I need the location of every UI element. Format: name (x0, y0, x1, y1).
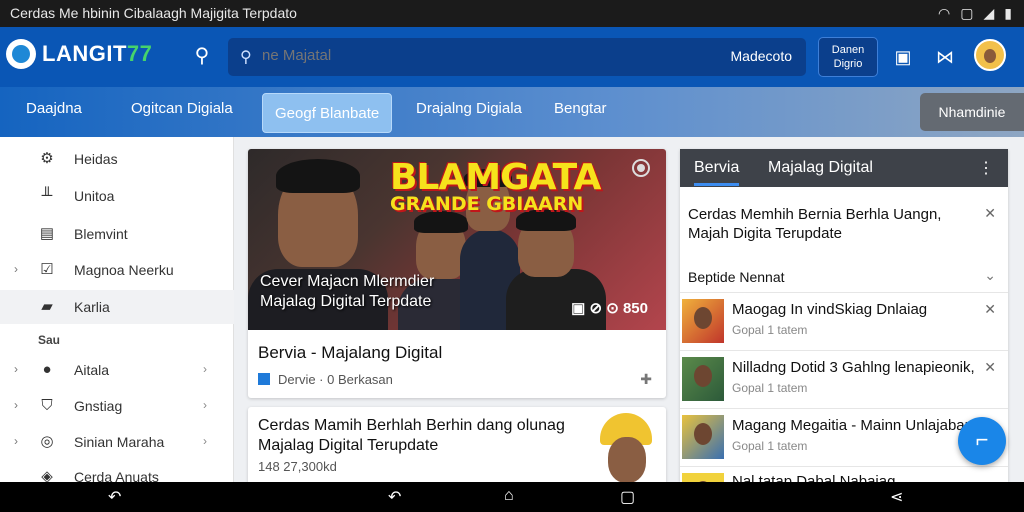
hero-banner-title: BLAMGATA (390, 157, 601, 198)
hero-caption: Cever Majacn Mlermdier Majalag Digital T… (260, 273, 435, 310)
item-thumbnail (682, 299, 724, 343)
hero-banner-subtitle: GRANDE GBIAARN (390, 193, 584, 215)
logo[interactable]: LANGIT77 (6, 39, 152, 69)
search-input[interactable] (262, 47, 682, 64)
app-bar: LANGIT77 ⚲ ⚲ Madecoto Danen Digrio ▣ ⋈ (0, 27, 1024, 87)
camera-icon: ◎ (40, 433, 54, 450)
sidebar-item-heidas[interactable]: ⚙ Heidas (0, 142, 234, 176)
box-icon[interactable]: ▣ (890, 44, 916, 70)
article-thumbnail[interactable] (594, 413, 658, 487)
side-panel-header: Bervia Majalag Digital ⋮ (680, 149, 1008, 187)
sidebar: ⚙ Heidas ╨ Unitoa ▤ Blemvint › ☑ Magnoa … (0, 137, 234, 485)
record-icon[interactable] (632, 159, 650, 177)
checkbox-icon: ☑ (40, 261, 54, 278)
undo-icon[interactable]: ↶ (388, 487, 401, 507)
tab-bervia[interactable]: Bervia (694, 159, 740, 186)
sidebar-item-karlia[interactable]: ▰ Karlia (0, 290, 234, 324)
tab-news[interactable]: Bengtar (554, 100, 607, 117)
chevron-right-icon: › (203, 398, 207, 412)
section-header: Beptide Nennat (688, 269, 785, 285)
chevron-right-icon: › (203, 434, 207, 448)
tab-bar: Daajdna Ogitcan Digiala Geogf Blanbate D… (0, 87, 1024, 137)
chart-icon: ╨ (41, 187, 53, 204)
window-icon: ▤ (39, 225, 55, 242)
search-icon[interactable]: ⚲ (188, 43, 216, 71)
logo-number: 77 (126, 41, 153, 66)
gear-icon: ⚙ (40, 150, 54, 167)
hero-stats: ▣ ⊘ ⊙ 850 (571, 300, 648, 317)
navigation-bar: ↶ ↶ ⌂ ▢ ⋖ (0, 482, 1024, 512)
search-icon: ⚲ (240, 49, 252, 66)
circle-icon: ● (42, 361, 52, 378)
wifi-icon: ◠ (938, 5, 951, 21)
article-card[interactable]: Cerdas Mamih Berhlah Berhin dang olunag … (248, 407, 666, 487)
sidebar-item-magnoa[interactable]: › ☑ Magnoa Neerku (0, 253, 234, 287)
square-icon: ▢ (960, 5, 974, 21)
tab-magazine[interactable]: Drajalng Digiala (416, 100, 522, 117)
tab-right-button[interactable]: Nhamdinie (920, 93, 1024, 131)
card-title[interactable]: Bervia - Majalang Digital (258, 343, 442, 363)
chevron-right-icon: › (203, 362, 207, 376)
item-thumbnail (682, 357, 724, 401)
avatar[interactable] (974, 39, 1006, 71)
shield-icon: ⛉ (41, 397, 53, 414)
chevron-right-icon: › (14, 398, 18, 412)
list-item[interactable]: Nilladng Dotid 3 Gahlng lenapieonik, Gop… (680, 350, 1008, 408)
login-button[interactable]: Danen Digrio (818, 37, 878, 77)
folder-icon: ▰ (41, 298, 53, 315)
sidebar-item-aitala[interactable]: › ● Aitala › (0, 353, 234, 387)
item-thumbnail (682, 415, 724, 459)
share-icon[interactable]: ⋖ (890, 487, 903, 507)
tab-majalag[interactable]: Majalag Digital (768, 159, 873, 177)
featured-card[interactable]: BLAMGATA GRANDE GBIAARN Cever Majacn Mle… (248, 149, 666, 398)
recents-icon[interactable]: ▢ (620, 487, 635, 507)
close-icon[interactable]: ✕ (984, 205, 996, 222)
close-icon[interactable]: ✕ (984, 301, 996, 318)
chevron-right-icon: › (14, 362, 18, 376)
card-title[interactable]: Cerdas Mamih Berhlah Berhin dang olunag … (258, 416, 588, 456)
back-icon[interactable]: ↶ (108, 487, 121, 507)
sidebar-item-blemvint[interactable]: ▤ Blemvint (0, 217, 234, 251)
tab-active[interactable]: Geogf Blanbate (262, 93, 393, 133)
sidebar-item-sinian[interactable]: › ◎ Sinian Maraha › (0, 425, 234, 459)
logo-text: LANGIT (42, 41, 127, 66)
search-box[interactable]: ⚲ Madecoto (228, 38, 806, 76)
share-icon[interactable]: ⋈ (932, 44, 958, 70)
puzzle-icon[interactable]: ✚ (640, 371, 652, 388)
close-icon[interactable]: ✕ (984, 359, 996, 376)
chevron-right-icon: › (14, 262, 18, 276)
sidebar-section-header: Sau (38, 333, 61, 347)
sidebar-item-unitoa[interactable]: ╨ Unitoa (0, 179, 234, 213)
signal-icon: ◢ (983, 5, 995, 21)
card-meta: 148 27,300kd (258, 459, 337, 474)
sidebar-item-gnstiag[interactable]: › ⛉ Gnstiag › (0, 389, 234, 423)
more-vert-icon[interactable]: ⋮ (978, 158, 994, 178)
status-bar-title: Cerdas Me hbinin Cibalaagh Majigita Terp… (10, 5, 297, 21)
tag-icon (258, 373, 270, 385)
logo-icon (6, 39, 36, 69)
tab-home[interactable]: Daajdna (26, 100, 82, 117)
tab-digital[interactable]: Ogitcan Digiala (131, 100, 233, 117)
notice-text: Cerdas Memhih Bernia Berhla Uangn, Majah… (688, 206, 942, 242)
chevron-right-icon: › (14, 434, 18, 448)
battery-icon: ▮ (1004, 5, 1012, 21)
item-thumbnail (682, 473, 724, 482)
card-meta: Dervie · 0 Berkasan (258, 372, 393, 387)
list-item[interactable]: Maogag In vindSkiag Dnlaiag Gopal 1 tate… (680, 292, 1008, 350)
hero-image[interactable]: BLAMGATA GRANDE GBIAARN Cever Majacn Mle… (248, 149, 666, 330)
list-item[interactable]: Nal tatap Dabal Nabaiag (680, 466, 1008, 482)
status-bar: Cerdas Me hbinin Cibalaagh Majigita Terp… (0, 0, 1024, 27)
home-icon[interactable]: ⌂ (504, 487, 514, 505)
fab-button[interactable]: ⌐ (958, 417, 1006, 465)
search-filter[interactable]: Madecoto (731, 48, 792, 64)
chevron-down-icon[interactable]: ⌄ (984, 267, 996, 284)
